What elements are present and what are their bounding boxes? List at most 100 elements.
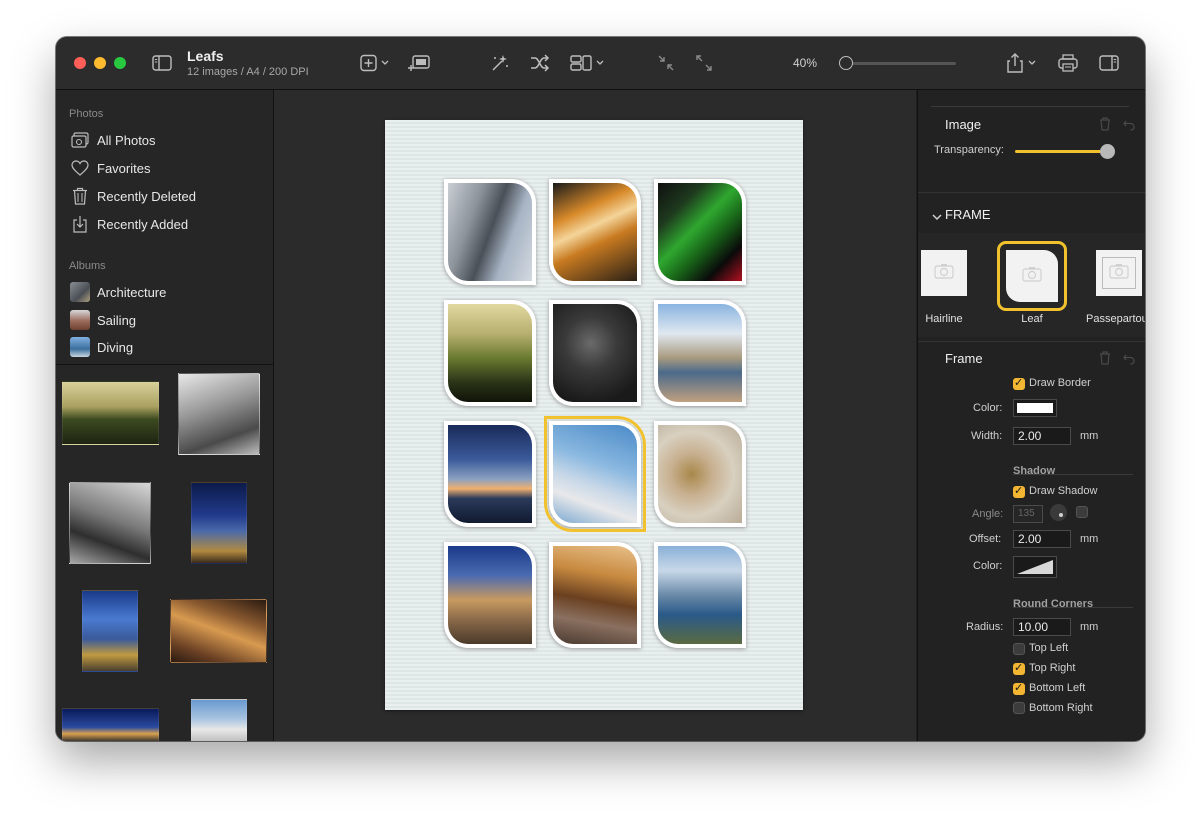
photo-image bbox=[658, 425, 742, 523]
sidebar-item-diving[interactable]: Diving bbox=[70, 336, 133, 358]
sidebar-item-recently-deleted[interactable]: Recently Deleted bbox=[70, 185, 196, 207]
print-page[interactable] bbox=[385, 120, 803, 710]
collapse-icon[interactable] bbox=[656, 51, 676, 75]
sidebar-item-architecture[interactable]: Architecture bbox=[70, 281, 166, 303]
photo-frame[interactable] bbox=[549, 542, 641, 648]
toolbar: Leafs 12 images / A4 / 200 DPI 40% bbox=[56, 37, 1145, 90]
draw-shadow-checkbox[interactable] bbox=[1013, 484, 1025, 498]
photo-frame[interactable] bbox=[654, 300, 746, 406]
photo-image bbox=[658, 183, 742, 281]
album-thumbnail bbox=[70, 337, 90, 357]
photo-image bbox=[448, 183, 532, 281]
angle-dial[interactable] bbox=[1050, 504, 1067, 521]
sidebar-item-favorites[interactable]: Favorites bbox=[70, 157, 150, 179]
layout-menu-button[interactable] bbox=[570, 51, 608, 75]
photo-frame[interactable] bbox=[549, 300, 641, 406]
shuffle-icon[interactable] bbox=[530, 51, 550, 75]
top-left-checkbox[interactable] bbox=[1013, 643, 1025, 655]
sidebar-item-all-photos[interactable]: All Photos bbox=[70, 129, 156, 151]
inspector-toggle-icon[interactable] bbox=[1099, 51, 1119, 75]
reset-icon[interactable] bbox=[1123, 118, 1135, 136]
bottom-right-checkbox[interactable] bbox=[1013, 702, 1025, 714]
top-right-label: Top Right bbox=[1029, 662, 1076, 674]
frame-option-passepartout[interactable] bbox=[1090, 244, 1145, 302]
photo-frame[interactable] bbox=[654, 421, 746, 527]
reset-icon[interactable] bbox=[1123, 352, 1135, 370]
photo-frame[interactable] bbox=[654, 542, 746, 648]
print-icon[interactable] bbox=[1057, 51, 1079, 75]
album-thumbnail bbox=[70, 310, 90, 330]
zoom-window-button[interactable] bbox=[114, 57, 126, 69]
angle-field[interactable]: 135 bbox=[1013, 505, 1043, 523]
draw-shadow-label: Draw Shadow bbox=[1029, 485, 1098, 497]
top-right-checkbox[interactable] bbox=[1013, 661, 1025, 675]
sidebar-toggle-icon[interactable] bbox=[152, 51, 172, 75]
sidebar-item-label: Recently Deleted bbox=[97, 188, 196, 204]
add-photo-frame-icon[interactable] bbox=[407, 51, 431, 75]
frame-option-hairline[interactable] bbox=[915, 244, 973, 302]
layout-canvas[interactable] bbox=[274, 90, 916, 741]
angle-lock-checkbox[interactable] bbox=[1076, 506, 1088, 518]
zoom-slider-knob[interactable] bbox=[839, 56, 853, 70]
draw-border-checkbox[interactable] bbox=[1013, 376, 1025, 390]
transparency-slider-fill bbox=[1015, 150, 1107, 153]
zoom-slider-track[interactable] bbox=[839, 62, 956, 65]
frame-option-label: Passepartout bbox=[1086, 313, 1145, 325]
share-menu-button[interactable] bbox=[1006, 51, 1040, 75]
photo-thumbnail[interactable] bbox=[82, 590, 138, 672]
trash-icon[interactable] bbox=[1099, 351, 1111, 370]
shadow-color-well[interactable] bbox=[1013, 556, 1057, 578]
photo-frame[interactable] bbox=[549, 179, 641, 285]
photo-frame[interactable] bbox=[444, 179, 536, 285]
photo-frame-selected[interactable] bbox=[544, 416, 646, 532]
sidebar-item-recently-added[interactable]: Recently Added bbox=[70, 213, 188, 235]
photo-frame[interactable] bbox=[444, 421, 536, 527]
photo-frame[interactable] bbox=[654, 179, 746, 285]
sidebar-item-label: Recently Added bbox=[97, 216, 189, 232]
frame-preview bbox=[1006, 250, 1058, 302]
trash-icon bbox=[70, 186, 90, 206]
photo-frame[interactable] bbox=[444, 542, 536, 648]
inspector-panel: Image Transparency: FRAME Hairline Leaf … bbox=[917, 90, 1145, 741]
photo-thumbnail[interactable] bbox=[178, 373, 260, 455]
frame-settings-header: Frame bbox=[945, 351, 983, 366]
expand-icon[interactable] bbox=[694, 51, 714, 75]
magic-wand-icon[interactable] bbox=[490, 51, 510, 75]
chevron-down-icon[interactable] bbox=[932, 208, 942, 226]
divider bbox=[931, 106, 1129, 107]
heart-icon bbox=[70, 158, 90, 178]
sidebar-item-sailing[interactable]: Sailing bbox=[70, 309, 136, 331]
add-menu-button[interactable] bbox=[360, 51, 392, 75]
sidebar-divider bbox=[56, 364, 273, 365]
offset-label: Offset: bbox=[969, 533, 1002, 545]
unit-label: mm bbox=[1080, 621, 1099, 633]
photo-thumbnail[interactable] bbox=[62, 708, 159, 741]
transparency-slider-track[interactable] bbox=[1015, 144, 1115, 159]
photo-thumbnail[interactable] bbox=[191, 699, 247, 741]
photo-thumbnail[interactable] bbox=[62, 381, 159, 445]
bottom-left-label: Bottom Left bbox=[1029, 682, 1086, 694]
border-color-label: Color: bbox=[973, 402, 1003, 414]
document-subtitle: 12 images / A4 / 200 DPI bbox=[187, 66, 309, 78]
photo-image bbox=[553, 425, 637, 523]
radius-field[interactable]: 10.00 bbox=[1013, 618, 1071, 636]
camera-icon bbox=[1109, 263, 1129, 284]
image-section-header: Image bbox=[945, 117, 982, 132]
trash-icon[interactable] bbox=[1099, 117, 1111, 136]
frame-preview bbox=[921, 250, 967, 296]
minimize-window-button[interactable] bbox=[94, 57, 106, 69]
photo-thumbnail[interactable] bbox=[191, 482, 247, 564]
photo-thumbnail[interactable] bbox=[170, 599, 267, 663]
frame-section-title[interactable]: FRAME bbox=[945, 207, 991, 222]
close-window-button[interactable] bbox=[74, 57, 86, 69]
offset-field[interactable]: 2.00 bbox=[1013, 530, 1071, 548]
width-field[interactable]: 2.00 bbox=[1013, 427, 1071, 445]
frame-option-leaf[interactable] bbox=[997, 241, 1067, 311]
transparency-slider-knob[interactable] bbox=[1100, 144, 1115, 159]
photo-frame[interactable] bbox=[444, 300, 536, 406]
album-thumbnail bbox=[70, 282, 90, 302]
photo-thumbnail[interactable] bbox=[69, 482, 151, 564]
border-color-well[interactable] bbox=[1013, 399, 1057, 417]
divider bbox=[918, 192, 1145, 193]
bottom-left-checkbox[interactable] bbox=[1013, 681, 1025, 695]
